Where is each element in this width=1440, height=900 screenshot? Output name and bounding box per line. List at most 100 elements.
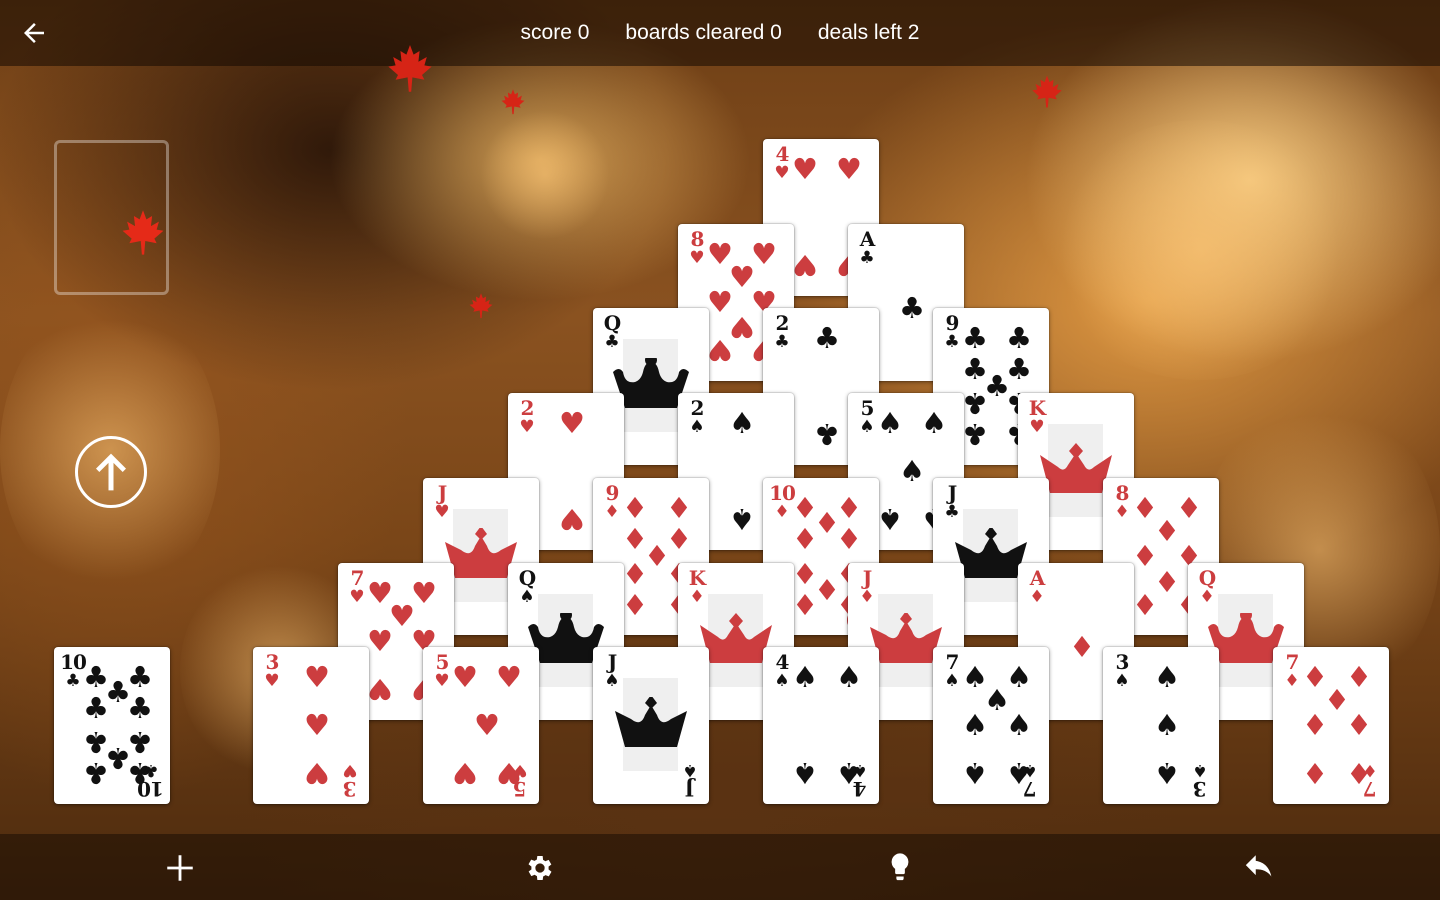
suit-pip-icon: ♥ (792, 248, 818, 283)
stock-pile-empty[interactable] (54, 140, 169, 295)
gear-icon (528, 856, 552, 880)
score-label: score 0 (520, 21, 590, 44)
card-suit-icon: ♣ (65, 671, 81, 691)
card-rank: J (607, 650, 618, 674)
top-corner-index: J ♣ (941, 483, 963, 521)
suit-pip-icon: ♦ (1346, 707, 1372, 742)
card-suit-icon: ♥ (434, 671, 450, 691)
suit-pip-icon: ♠ (962, 756, 988, 791)
card-suit-icon: ♠ (852, 760, 868, 780)
suit-pip-icon: ♥ (452, 659, 478, 694)
card-suit-icon: ♠ (944, 671, 960, 691)
card-10-of-clubs[interactable]: 10 ♣ ♣ ♣ ♣ ♣ ♣ ♣ ♣ ♣ ♣ ♣ 10 ♣ (54, 647, 170, 804)
card-suit-icon: ♦ (689, 587, 705, 607)
suit-pip-icon: ♥ (474, 707, 500, 742)
suit-pip-icon: ♠ (1154, 707, 1180, 742)
suit-pip-icon: ♥ (304, 659, 330, 694)
suit-pip-icon: ♦ (1302, 756, 1328, 791)
background-bokeh (1050, 120, 1350, 380)
top-corner-index: A ♦ (1026, 568, 1048, 606)
suit-pip-icon: ♥ (367, 623, 393, 658)
card-rank: 9 (605, 481, 620, 505)
card-suit-icon: ♠ (774, 671, 790, 691)
card-suit-icon: ♥ (774, 163, 790, 183)
suit-pip-icon: ♣ (814, 320, 840, 355)
suit-pip-icon: ♦ (1302, 707, 1328, 742)
suit-pip-icon: ♦ (1069, 629, 1095, 664)
card-suit-icon: ♠ (519, 587, 535, 607)
card-suit-icon: ♥ (512, 760, 528, 780)
card-3-of-spades[interactable]: 3 ♠ ♠ ♠ ♠ 3 ♠ (1103, 647, 1219, 804)
maple-leaf-decoration (501, 89, 525, 115)
top-corner-index: K ♥ (1026, 398, 1048, 436)
suit-pip-icon: ♠ (729, 405, 755, 440)
suit-pip-icon: ♥ (367, 672, 393, 707)
top-corner-index: J ♥ (431, 483, 453, 521)
card-7-of-spades[interactable]: 7 ♠ ♠ ♠ ♠ ♠ ♠ ♠ ♠ 7 ♠ (933, 647, 1049, 804)
card-suit-icon: ♦ (1199, 587, 1215, 607)
card-rank: 9 (945, 311, 960, 335)
card-suit-icon: ♦ (1362, 760, 1378, 780)
card-rank: 7 (1023, 777, 1037, 801)
card-rank: K (1028, 396, 1046, 420)
card-suit-icon: ♦ (1284, 671, 1300, 691)
card-7-of-diamonds[interactable]: 7 ♦ ♦ ♦ ♦ ♦ ♦ ♦ ♦ 7 ♦ (1273, 647, 1389, 804)
card-4-of-spades[interactable]: 4 ♠ ♠ ♠ ♠ ♠ 4 ♠ (763, 647, 879, 804)
suit-pip-icon: ♦ (622, 587, 648, 622)
back-button[interactable] (14, 14, 54, 52)
card-jack-of-spades[interactable]: J ♠ J ♠ (593, 647, 709, 804)
card-suit-icon: ♣ (944, 502, 960, 522)
top-corner-index: K ♦ (686, 568, 708, 606)
deals-left-label: deals left 2 (817, 21, 920, 44)
card-suit-icon: ♥ (689, 248, 705, 268)
top-corner-index: 2 ♣ (771, 313, 793, 351)
card-suit-icon: ♣ (604, 332, 620, 352)
card-rank: 7 (350, 566, 365, 590)
suit-pip-icon: ♦ (792, 587, 818, 622)
recycle-button[interactable] (75, 436, 147, 508)
card-rank: J (947, 481, 958, 505)
card-rank: 3 (1115, 650, 1130, 674)
top-bar: score 0 boards cleared 0 deals left 2 (0, 0, 1440, 66)
card-suit-icon: ♦ (859, 587, 875, 607)
bottom-corner-index: 7 ♦ (1359, 760, 1381, 801)
card-suit-icon: ♥ (342, 760, 358, 780)
suit-pip-icon: ♣ (962, 386, 988, 421)
card-rank: 3 (1193, 777, 1207, 801)
card-suit-icon: ♠ (604, 671, 620, 691)
card-suit-icon: ♠ (689, 417, 705, 437)
card-suit-icon: ♣ (859, 248, 875, 268)
undo-icon (1245, 855, 1272, 877)
settings-button[interactable] (518, 846, 562, 890)
suit-pip-icon: ♣ (962, 417, 988, 452)
suit-pip-icon: ♦ (666, 490, 692, 525)
crown-icon (615, 697, 687, 747)
suit-pip-icon: ♣ (127, 690, 153, 725)
card-rank: A (859, 227, 876, 251)
card-suit-icon: ♥ (264, 671, 280, 691)
suit-pip-icon: ♦ (1132, 587, 1158, 622)
top-corner-index: Q ♣ (601, 313, 623, 351)
card-suit-icon: ♠ (1022, 760, 1038, 780)
undo-button[interactable] (1238, 846, 1282, 890)
card-suit-icon: ♥ (519, 417, 535, 437)
card-rank: Q (603, 311, 621, 335)
card-suit-icon: ♣ (774, 332, 790, 352)
bottom-corner-index: 10 ♣ (138, 760, 164, 801)
card-3-of-hearts[interactable]: 3 ♥ ♥ ♥ ♥ 3 ♥ (253, 647, 369, 804)
hint-button[interactable] (878, 846, 922, 890)
suit-pip-icon: ♠ (962, 707, 988, 742)
top-corner-index: Q ♠ (516, 568, 538, 606)
top-corner-index: 3 ♠ (1111, 652, 1133, 690)
card-suit-icon: ♠ (1192, 760, 1208, 780)
card-rank: 7 (1363, 777, 1377, 801)
card-5-of-hearts[interactable]: 5 ♥ ♥ ♥ ♥ ♥ ♥ 5 ♥ (423, 647, 539, 804)
suit-pip-icon: ♠ (921, 405, 947, 440)
card-rank: 10 (138, 777, 164, 801)
suit-pip-icon: ♦ (836, 521, 862, 556)
top-corner-index: J ♠ (601, 652, 623, 690)
top-corner-index: 3 ♥ (261, 652, 283, 690)
top-corner-index: 2 ♠ (686, 398, 708, 436)
card-suit-icon: ♦ (1029, 587, 1045, 607)
new-game-button[interactable] (158, 846, 202, 890)
